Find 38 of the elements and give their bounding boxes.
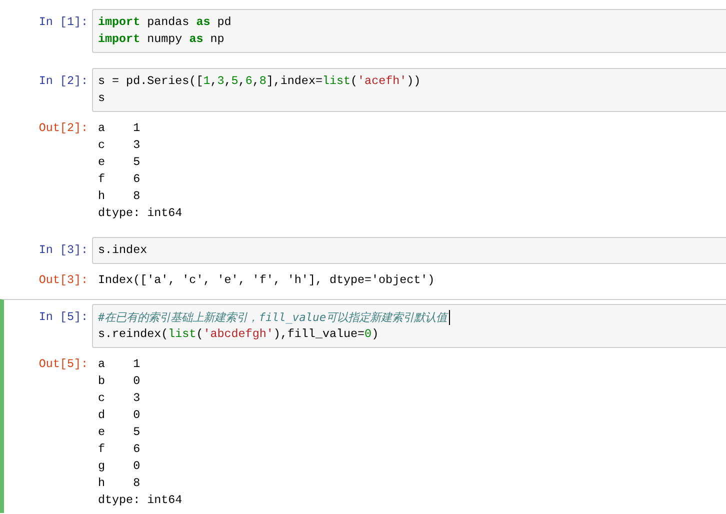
output-line: e 5 [98, 424, 140, 441]
output-line: d 0 [98, 407, 140, 424]
code-line: import pandas as pd [98, 14, 232, 31]
code-editor[interactable]: s = pd.Series([1,3,5,6,8],index=list('acefh')) s [92, 68, 726, 112]
output-line: c 3 [98, 137, 140, 154]
output-line: e 5 [98, 154, 140, 171]
code-line: #在已有的索引基础上新建索引，fill_value可以指定新建索引默认值 [98, 310, 448, 326]
output-line: dtype: int64 [98, 205, 182, 222]
output-line: dtype: int64 [98, 492, 182, 509]
output-line: h 8 [98, 188, 140, 205]
code-line: s [98, 90, 106, 107]
code-line: s = pd.Series([1,3,5,6,8],index=list('acefh')) [98, 73, 421, 90]
input-prompt: In [3]: [38, 242, 89, 259]
notebook-cell[interactable]: In [5]: #在已有的索引基础上新建索引，fill_value可以指定新建索引默认值 s.reindex(list('abcdefgh'),fill_value=0) Out[5]: a 1 b 0 c 3 d 0 e 5 f 6 g 0 h 8 dtype: int64 [0, 299, 726, 513]
code-editor[interactable]: #在已有的索引基础上新建索引，fill_value可以指定新建索引默认值 s.reindex(list('abcdefgh'),fill_value=0) [92, 304, 726, 348]
output-line: f 6 [98, 171, 140, 188]
output-line: a 1 [98, 120, 140, 137]
output-prompt: Out[3]: [38, 272, 89, 289]
output-prompt: Out[2]: [38, 120, 89, 137]
notebook-cell[interactable]: In [2]: s = pd.Series([1,3,5,6,8],index=list('acefh')) s Out[2]: a 1 c 3 e 5 f 6 h 8 dtype: int64 [0, 63, 726, 226]
output-prompt: Out[5]: [38, 356, 89, 373]
output-line: f 6 [98, 441, 140, 458]
output-line: Index(['a', 'c', 'e', 'f', 'h'], dtype='object') [98, 272, 435, 289]
code-line: s.index [98, 242, 148, 259]
output-line: c 3 [98, 390, 140, 407]
code-line: s.reindex(list('abcdefgh'),fill_value=0) [98, 326, 379, 343]
code-line: import numpy as np [98, 31, 224, 48]
notebook-cell[interactable]: In [3]: s.index Out[3]: Index(['a', 'c', 'e', 'f', 'h'], dtype='object') [0, 232, 726, 293]
input-prompt: In [2]: [38, 73, 89, 90]
output-line: a 1 [98, 356, 140, 373]
input-prompt: In [1]: [38, 14, 89, 31]
output-line: h 8 [98, 475, 140, 492]
output-line: b 0 [98, 373, 140, 390]
input-prompt: In [5]: [38, 309, 89, 326]
output-line: g 0 [98, 458, 140, 475]
notebook-cell[interactable]: In [1]: import pandas as pd import numpy as np [0, 4, 726, 57]
code-editor[interactable]: s.index [92, 237, 726, 264]
code-editor[interactable]: import pandas as pd import numpy as np [92, 9, 726, 53]
